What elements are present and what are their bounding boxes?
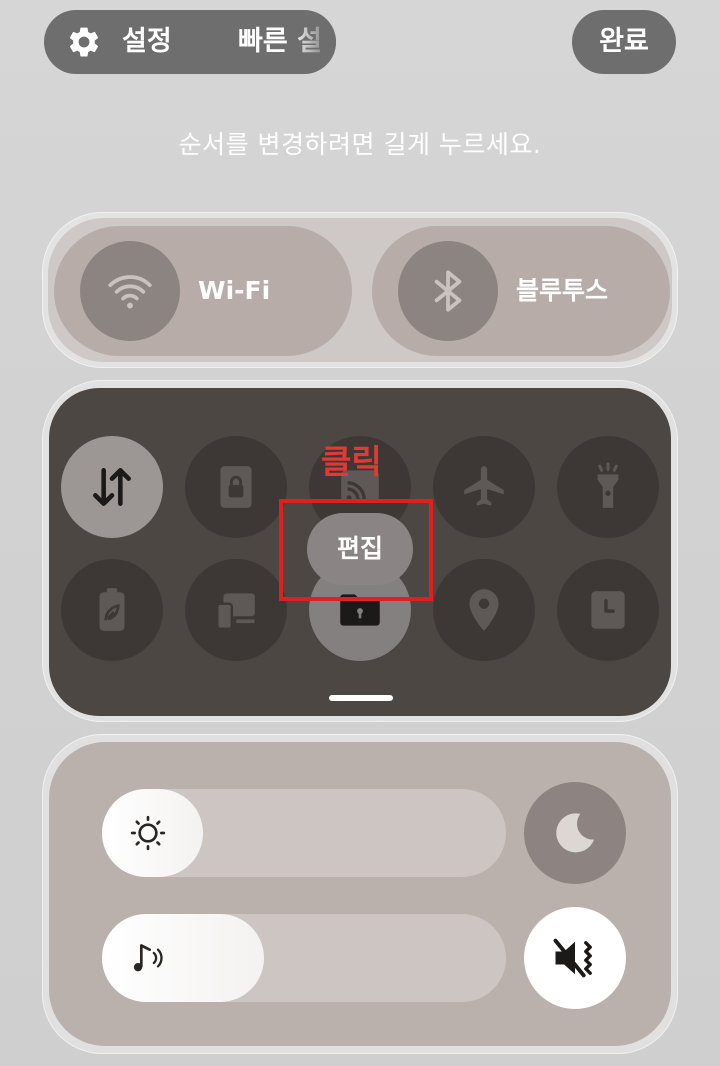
panel-drag-handle[interactable] — [329, 695, 393, 701]
volume-slider[interactable] — [102, 914, 506, 1002]
click-highlight-box — [279, 499, 433, 601]
quick-tiles-grid: 편집 클릭 — [49, 388, 671, 716]
sound-mode-button[interactable] — [524, 907, 626, 1009]
sliders-card — [42, 734, 678, 1054]
lock-screen-icon — [220, 466, 252, 508]
wifi-tile[interactable]: Wi-Fi — [54, 226, 352, 356]
music-note-icon — [133, 944, 163, 972]
device-control-tile[interactable] — [185, 559, 287, 661]
brightness-icon — [130, 815, 166, 851]
data-transfer-icon — [93, 468, 131, 506]
volume-slider-fill[interactable] — [102, 914, 264, 1002]
night-mode-button[interactable] — [524, 782, 626, 884]
gear-icon[interactable] — [66, 24, 102, 60]
flashlight-tile[interactable] — [557, 436, 659, 538]
wifi-label[interactable]: Wi-Fi — [198, 226, 270, 356]
moon-icon — [556, 813, 595, 853]
power-saving-icon — [99, 588, 125, 631]
click-annotation-label: 클릭 — [321, 442, 382, 481]
device-control-icon — [216, 593, 255, 630]
bluetooth-icon — [434, 270, 462, 312]
brightness-slider[interactable] — [102, 789, 506, 877]
connectivity-card: Wi-Fi 블루투스 — [42, 212, 678, 368]
bluetooth-label[interactable]: 블루투스 — [516, 226, 608, 356]
settings-label[interactable]: 설정 — [122, 10, 172, 74]
settings-quick-panel-pill[interactable]: 설정 빠른 설 — [44, 10, 336, 74]
quick-tiles-card: 편집 클릭 — [42, 380, 678, 722]
data-transfer-tile[interactable] — [61, 436, 163, 538]
wifi-toggle[interactable] — [80, 241, 180, 341]
power-saving-tile[interactable] — [61, 559, 163, 661]
done-button[interactable]: 완료 — [572, 10, 676, 74]
pill-fade-overlay — [290, 10, 336, 74]
airplane-icon — [464, 466, 504, 506]
vibrate-mute-icon — [553, 938, 592, 978]
location-icon — [469, 589, 499, 631]
sliders-card-inner — [49, 742, 671, 1046]
connectivity-card-inner: Wi-Fi 블루투스 — [48, 218, 672, 362]
clock-icon — [591, 591, 625, 629]
location-tile[interactable] — [433, 559, 535, 661]
bluetooth-toggle[interactable] — [398, 241, 498, 341]
bluetooth-tile[interactable]: 블루투스 — [372, 226, 670, 356]
flashlight-icon — [597, 462, 619, 508]
lock-screen-tile[interactable] — [185, 436, 287, 538]
airplane-mode-tile[interactable] — [433, 436, 535, 538]
instruction-text: 순서를 변경하려면 길게 누르세요. — [178, 130, 542, 159]
clock-tile[interactable] — [557, 559, 659, 661]
wifi-icon — [108, 275, 152, 309]
